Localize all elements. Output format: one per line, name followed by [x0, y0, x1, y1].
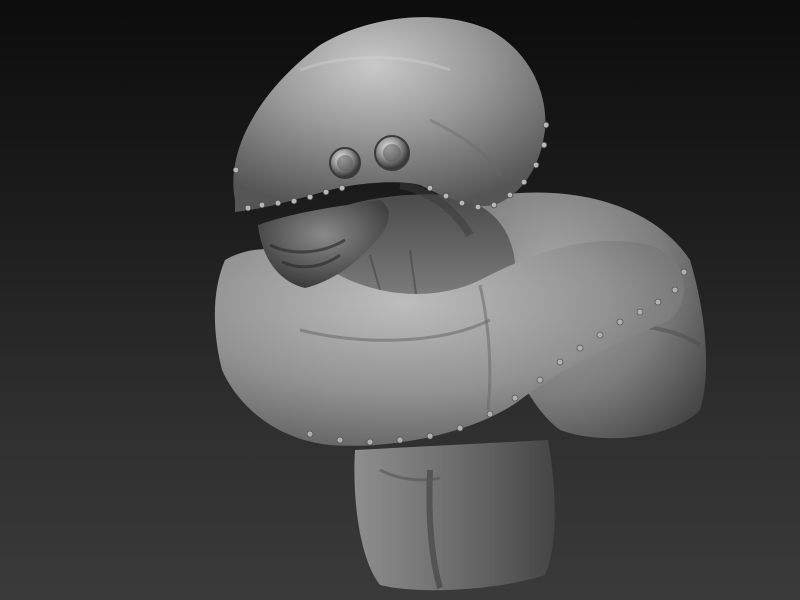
creature-bust-render: [214, 17, 707, 591]
head-dome: [233, 17, 546, 213]
sculpt-viewport[interactable]: [0, 0, 800, 600]
lower-torso: [354, 440, 555, 591]
